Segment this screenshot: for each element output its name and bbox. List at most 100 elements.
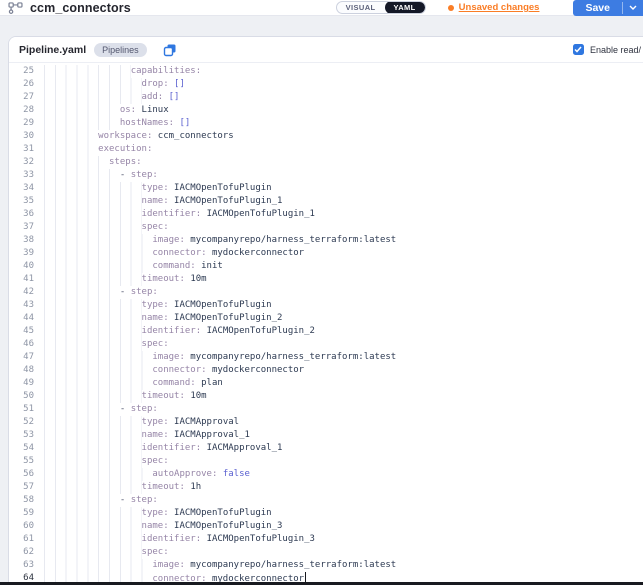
code-line[interactable]: 37 spec: bbox=[9, 221, 643, 234]
code-line[interactable]: 51- step: bbox=[9, 403, 643, 416]
toggle-visual[interactable]: VISUAL bbox=[337, 1, 385, 14]
line-number: 63 bbox=[9, 559, 34, 572]
code-line[interactable]: 56 autoApprove: false bbox=[9, 468, 643, 481]
code-line[interactable]: 29 hostNames: [] bbox=[9, 117, 643, 130]
line-number: 49 bbox=[9, 377, 34, 390]
code-line[interactable]: 63image: mycompanyrepo/harness_terraform… bbox=[9, 559, 643, 572]
line-number: 29 bbox=[9, 117, 34, 130]
code-line[interactable]: 55spec: bbox=[9, 455, 643, 468]
code-line[interactable]: 59type: IACMOpenTofuPlugin bbox=[9, 507, 643, 520]
checkmark-icon bbox=[574, 46, 582, 53]
code-line[interactable]: 44name: IACMOpenTofuPlugin_2 bbox=[9, 312, 643, 325]
entity-type-badge: Pipelines bbox=[94, 43, 147, 57]
header-bar: ccm_connectors VISUAL YAML Unsaved chang… bbox=[0, 0, 643, 16]
code-text: hostNames: [] bbox=[120, 117, 190, 130]
code-line[interactable]: 30workspace: ccm_connectors bbox=[9, 130, 643, 143]
save-dropdown-button[interactable] bbox=[623, 0, 643, 16]
line-number: 56 bbox=[9, 468, 34, 481]
code-line[interactable]: 25 capabilities: bbox=[9, 65, 643, 78]
line-number: 37 bbox=[9, 221, 34, 234]
code-text: - step: bbox=[120, 286, 158, 299]
code-line[interactable]: 43type: IACMOpenTofuPlugin bbox=[9, 299, 643, 312]
code-line[interactable]: 27add: [] bbox=[9, 91, 643, 104]
code-text: capabilities: bbox=[131, 65, 201, 78]
save-button[interactable]: Save bbox=[573, 0, 622, 16]
indent-guides bbox=[44, 351, 152, 364]
code-line[interactable]: 45identifier: IACMOpenTofuPlugin_2 bbox=[9, 325, 643, 338]
code-text: add: [] bbox=[142, 91, 180, 104]
code-text: spec: bbox=[142, 455, 169, 468]
line-number: 62 bbox=[9, 546, 34, 559]
code-area[interactable]: 25 capabilities:26drop: []27add: []28os: … bbox=[9, 63, 643, 585]
indent-guides bbox=[44, 481, 142, 494]
enable-read-label: Enable read/ bbox=[590, 45, 641, 55]
code-line[interactable]: 46spec: bbox=[9, 338, 643, 351]
code-line[interactable]: 57timeout: 1h bbox=[9, 481, 643, 494]
code-text: type: IACMOpenTofuPlugin bbox=[142, 299, 272, 312]
checkbox-checked[interactable] bbox=[573, 44, 584, 55]
code-line[interactable]: 33- step: bbox=[9, 169, 643, 182]
line-number: 54 bbox=[9, 442, 34, 455]
code-text: identifier: IACMOpenTofuPlugin_2 bbox=[142, 325, 315, 338]
line-number: 48 bbox=[9, 364, 34, 377]
indent-guides bbox=[44, 117, 120, 130]
line-number: 28 bbox=[9, 104, 34, 117]
code-line[interactable]: 26drop: [] bbox=[9, 78, 643, 91]
code-line[interactable]: 53name: IACMApproval_1 bbox=[9, 429, 643, 442]
code-line[interactable]: 54 identifier: IACMApproval_1 bbox=[9, 442, 643, 455]
code-text: timeout: 10m bbox=[142, 390, 207, 403]
code-line[interactable]: 61identifier: IACMOpenTofuPlugin_3 bbox=[9, 533, 643, 546]
code-text: autoApprove: false bbox=[152, 468, 250, 481]
indent-guides bbox=[44, 221, 142, 234]
yaml-editor-card: Pipeline.yaml Pipelines Enable read/ 25c… bbox=[8, 36, 643, 585]
save-split-button: Save bbox=[573, 0, 643, 16]
code-text: identifier: IACMApproval_1 bbox=[142, 442, 283, 455]
line-number: 25 bbox=[9, 65, 34, 78]
code-line[interactable]: 40command: init bbox=[9, 260, 643, 273]
indent-guides bbox=[44, 546, 142, 559]
code-text: connector: mydockerconnector bbox=[152, 364, 304, 377]
indent-guides bbox=[44, 455, 142, 468]
indent-guides bbox=[44, 299, 142, 312]
line-number: 57 bbox=[9, 481, 34, 494]
line-number: 30 bbox=[9, 130, 34, 143]
indent-guides bbox=[44, 260, 152, 273]
code-text: - step: bbox=[120, 403, 158, 416]
code-line[interactable]: 36identifier: IACMOpenTofuPlugin_1 bbox=[9, 208, 643, 221]
indent-guides bbox=[44, 169, 120, 182]
code-text: name: IACMOpenTofuPlugin_1 bbox=[142, 195, 283, 208]
code-line[interactable]: 60name: IACMOpenTofuPlugin_3 bbox=[9, 520, 643, 533]
code-text: spec: bbox=[142, 221, 169, 234]
code-line[interactable]: 50timeout: 10m bbox=[9, 390, 643, 403]
code-line[interactable]: 48 connector: mydockerconnector bbox=[9, 364, 643, 377]
line-number: 34 bbox=[9, 182, 34, 195]
copy-icon[interactable] bbox=[163, 43, 177, 57]
code-text: identifier: IACMOpenTofuPlugin_1 bbox=[142, 208, 315, 221]
code-line[interactable]: 52type: IACMApproval bbox=[9, 416, 643, 429]
code-line[interactable]: 28os: Linux bbox=[9, 104, 643, 117]
code-line[interactable]: 39connector: mydockerconnector bbox=[9, 247, 643, 260]
indent-guides bbox=[44, 429, 142, 442]
toggle-yaml[interactable]: YAML bbox=[385, 1, 425, 14]
code-line[interactable]: 35name: IACMOpenTofuPlugin_1 bbox=[9, 195, 643, 208]
code-line[interactable]: 38image: mycompanyrepo/harness_terraform… bbox=[9, 234, 643, 247]
code-line[interactable]: 32steps: bbox=[9, 156, 643, 169]
code-line[interactable]: 58- step: bbox=[9, 494, 643, 507]
indent-guides bbox=[44, 520, 142, 533]
indent-guides bbox=[44, 247, 152, 260]
code-line[interactable]: 47image: mycompanyrepo/harness_terraform… bbox=[9, 351, 643, 364]
line-number: 40 bbox=[9, 260, 34, 273]
indent-guides bbox=[44, 416, 142, 429]
code-text: identifier: IACMOpenTofuPlugin_3 bbox=[142, 533, 315, 546]
code-line[interactable]: 34type: IACMOpenTofuPlugin bbox=[9, 182, 643, 195]
code-text: steps: bbox=[109, 156, 142, 169]
code-line[interactable]: 49command: plan bbox=[9, 377, 643, 390]
code-line[interactable]: 42- step: bbox=[9, 286, 643, 299]
unsaved-changes[interactable]: Unsaved changes bbox=[448, 2, 540, 13]
code-line[interactable]: 62spec: bbox=[9, 546, 643, 559]
code-line[interactable]: 31execution: bbox=[9, 143, 643, 156]
code-line[interactable]: 41timeout: 10m bbox=[9, 273, 643, 286]
indent-guides bbox=[44, 338, 142, 351]
unsaved-changes-label: Unsaved changes bbox=[459, 2, 540, 13]
indent-guides bbox=[44, 208, 142, 221]
